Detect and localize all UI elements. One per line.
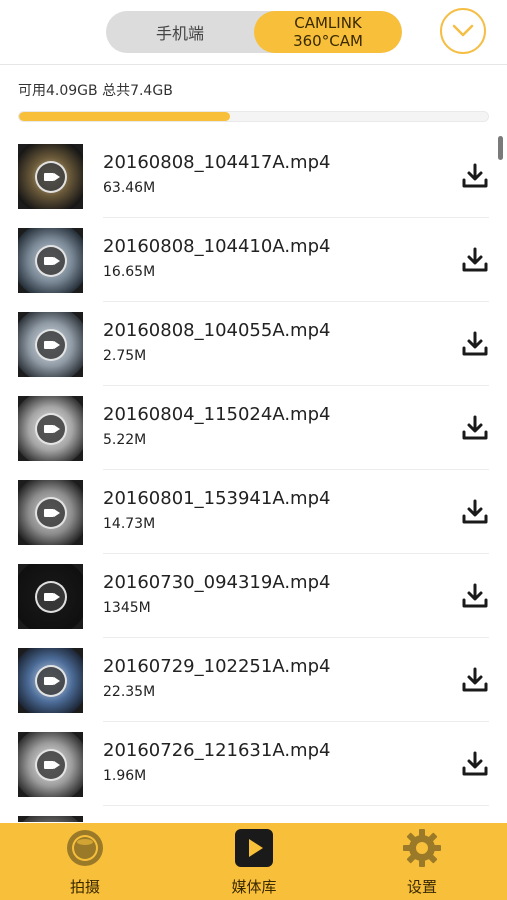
video-camera-icon bbox=[35, 413, 67, 445]
download-icon[interactable] bbox=[461, 498, 489, 526]
download-icon[interactable] bbox=[461, 246, 489, 274]
video-camera-icon bbox=[35, 581, 67, 613]
file-name: 20160726_121631A.mp4 bbox=[103, 740, 331, 761]
play-icon bbox=[235, 829, 273, 867]
file-size: 22.35M bbox=[103, 684, 156, 700]
media-list-item[interactable]: 20160808_104055A.mp4 2.75M bbox=[0, 302, 507, 386]
storage-progress-bar bbox=[18, 111, 489, 122]
file-size: 14.73M bbox=[103, 516, 156, 532]
media-list-item-partial[interactable] bbox=[0, 806, 507, 822]
file-name: 20160808_104417A.mp4 bbox=[103, 152, 331, 173]
file-name: 20160804_115024A.mp4 bbox=[103, 404, 331, 425]
media-list-item[interactable]: 20160729_102251A.mp4 22.35M bbox=[0, 638, 507, 722]
video-thumbnail[interactable] bbox=[18, 816, 83, 822]
tab-settings[interactable]: 设置 bbox=[362, 823, 482, 900]
video-thumbnail[interactable] bbox=[18, 480, 83, 545]
file-size: 63.46M bbox=[103, 180, 156, 196]
video-thumbnail[interactable] bbox=[18, 144, 83, 209]
media-list-item[interactable]: 20160726_121631A.mp4 1.96M bbox=[0, 722, 507, 806]
file-size: 5.22M bbox=[103, 432, 147, 448]
video-camera-icon bbox=[35, 749, 67, 781]
bottom-tab-bar: 拍摄 媒体库 设置 bbox=[0, 823, 507, 900]
download-icon[interactable] bbox=[461, 162, 489, 190]
tab-capture[interactable]: 拍摄 bbox=[25, 823, 145, 900]
tab-capture-label: 拍摄 bbox=[69, 878, 100, 896]
download-icon[interactable] bbox=[461, 582, 489, 610]
video-camera-icon bbox=[35, 497, 67, 529]
media-list-item[interactable]: 20160804_115024A.mp4 5.22M bbox=[0, 386, 507, 470]
storage-info: 可用4.09GB 总共7.4GB bbox=[18, 83, 173, 99]
file-size: 1345M bbox=[103, 600, 151, 616]
storage-progress-fill bbox=[19, 112, 231, 121]
file-size: 16.65M bbox=[103, 264, 156, 280]
video-camera-icon bbox=[35, 161, 67, 193]
download-icon[interactable] bbox=[461, 414, 489, 442]
gear-icon bbox=[403, 829, 441, 867]
video-thumbnail[interactable] bbox=[18, 228, 83, 293]
chevron-down-icon bbox=[452, 24, 474, 37]
video-thumbnail[interactable] bbox=[18, 312, 83, 377]
segment-camera-label-line2: 360°CAM bbox=[293, 32, 363, 50]
media-list-item[interactable]: 20160808_104417A.mp4 63.46M bbox=[0, 134, 507, 218]
video-thumbnail[interactable] bbox=[18, 732, 83, 797]
media-list-item[interactable]: 20160808_104410A.mp4 16.65M bbox=[0, 218, 507, 302]
segment-camera-label-line1: CAMLINK bbox=[294, 14, 362, 32]
download-icon[interactable] bbox=[461, 666, 489, 694]
download-icon[interactable] bbox=[461, 750, 489, 778]
video-camera-icon bbox=[35, 665, 67, 697]
media-list[interactable]: 20160808_104417A.mp4 63.46M 20160808_10441… bbox=[0, 134, 507, 822]
file-name: 20160729_102251A.mp4 bbox=[103, 656, 331, 677]
dropdown-button[interactable] bbox=[440, 8, 486, 54]
video-thumbnail[interactable] bbox=[18, 564, 83, 629]
video-camera-icon bbox=[35, 329, 67, 361]
file-name: 20160808_104055A.mp4 bbox=[103, 320, 331, 341]
segment-camera[interactable]: CAMLINK 360°CAM bbox=[254, 11, 402, 53]
media-list-item[interactable]: 20160730_094319A.mp4 1345M bbox=[0, 554, 507, 638]
tab-settings-label: 设置 bbox=[406, 878, 437, 896]
download-icon[interactable] bbox=[461, 330, 489, 358]
segment-phone-label: 手机端 bbox=[155, 24, 204, 43]
file-name: 20160808_104410A.mp4 bbox=[103, 236, 331, 257]
file-name: 20160730_094319A.mp4 bbox=[103, 572, 331, 593]
tab-media-library[interactable]: 媒体库 bbox=[194, 823, 314, 900]
media-list-item[interactable]: 20160801_153941A.mp4 14.73M bbox=[0, 470, 507, 554]
source-segmented-control: 手机端 CAMLINK 360°CAM bbox=[106, 11, 402, 53]
video-thumbnail[interactable] bbox=[18, 648, 83, 713]
file-name: 20160801_153941A.mp4 bbox=[103, 488, 331, 509]
file-size: 1.96M bbox=[103, 768, 147, 784]
camera-lens-icon bbox=[67, 830, 103, 866]
scrollbar[interactable] bbox=[498, 136, 503, 160]
file-size: 2.75M bbox=[103, 348, 147, 364]
video-camera-icon bbox=[35, 245, 67, 277]
segment-phone[interactable]: 手机端 bbox=[106, 11, 254, 53]
tab-media-library-label: 媒体库 bbox=[231, 878, 277, 896]
header: 手机端 CAMLINK 360°CAM bbox=[0, 0, 507, 65]
video-thumbnail[interactable] bbox=[18, 396, 83, 461]
